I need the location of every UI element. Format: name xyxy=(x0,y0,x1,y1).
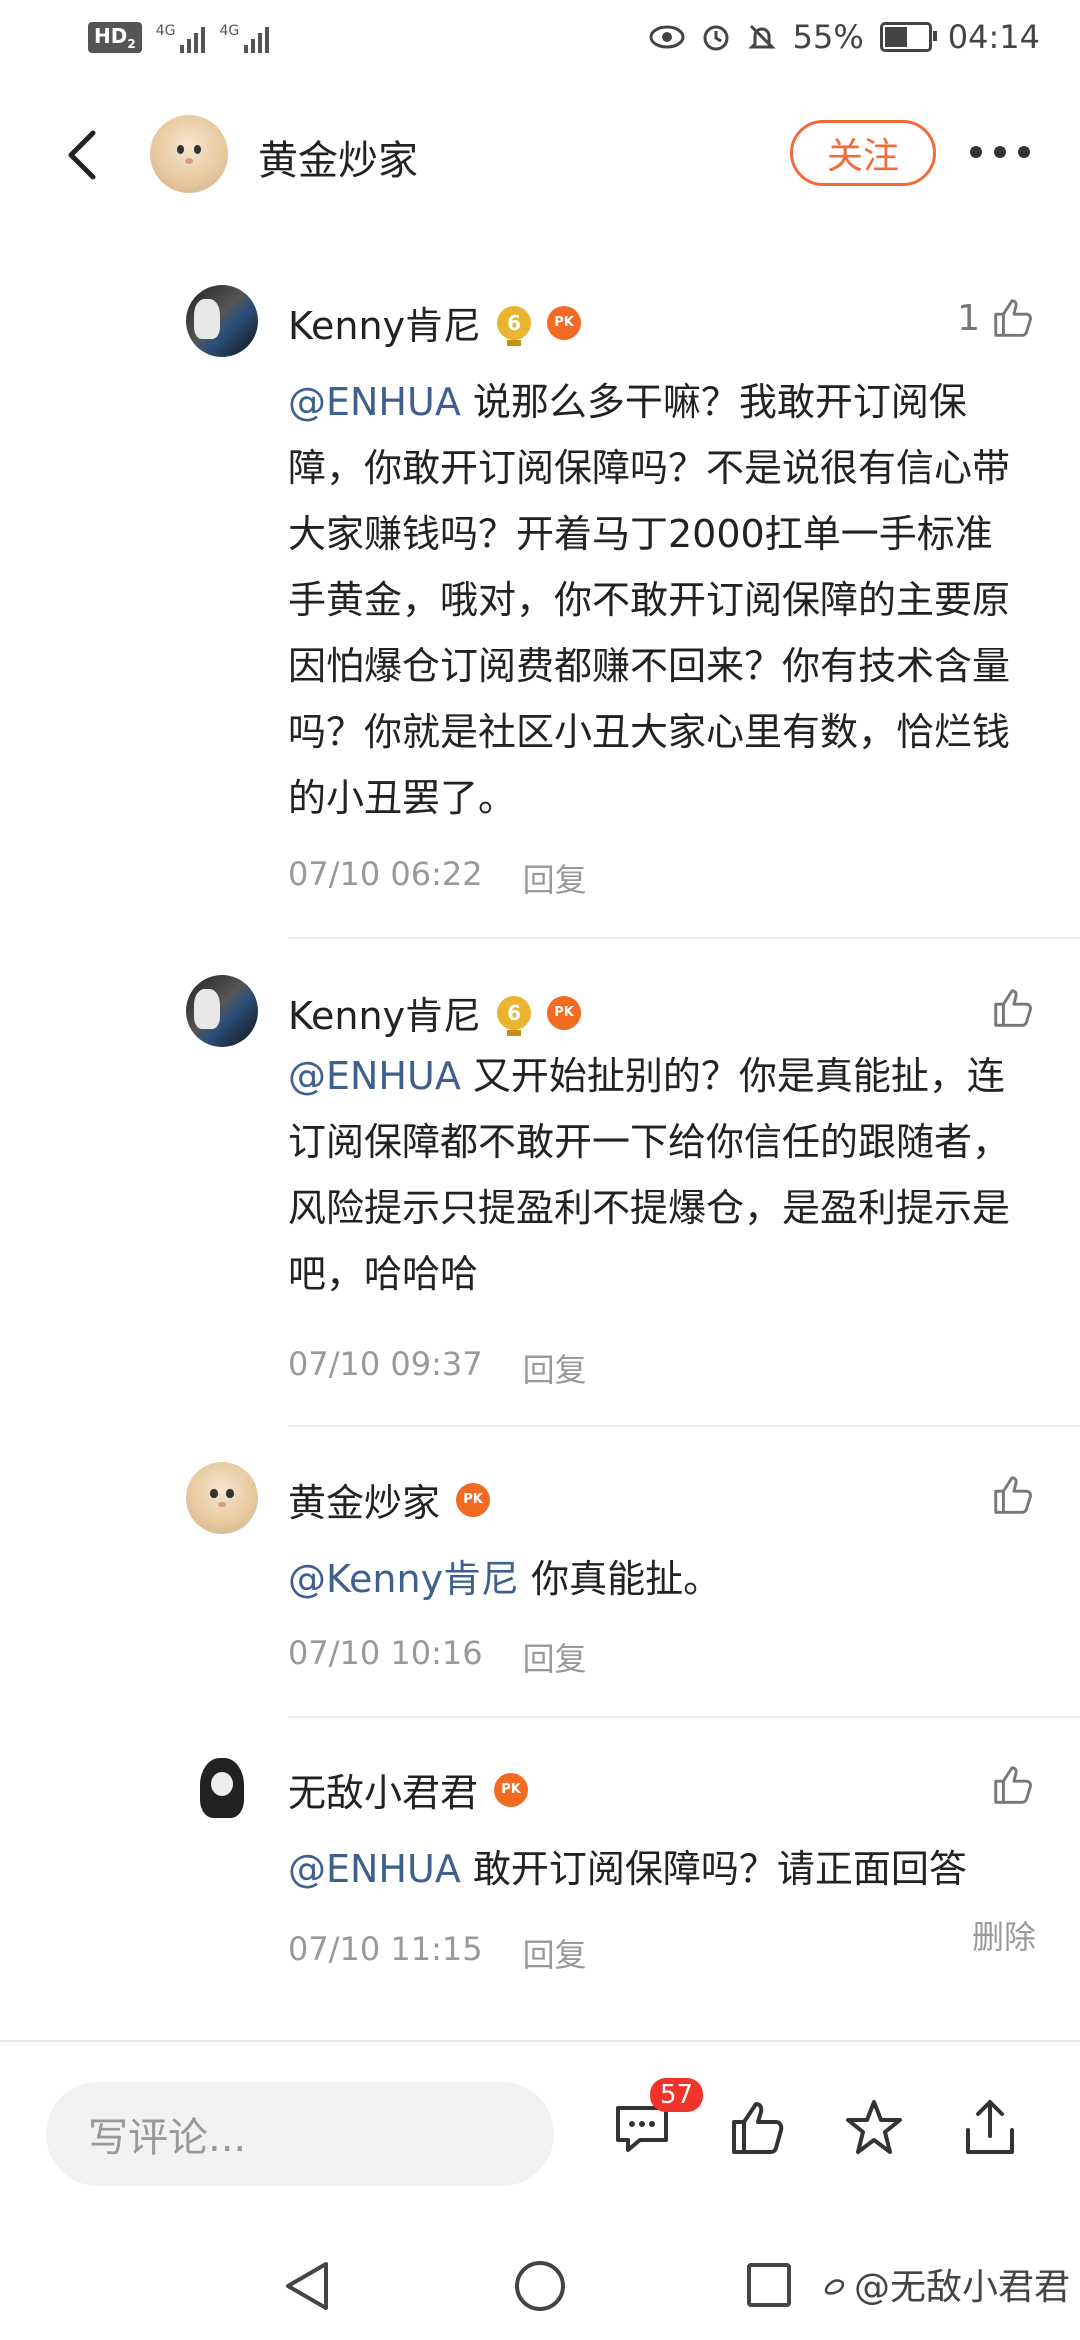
reply-button[interactable]: 回复 xyxy=(523,1930,587,1976)
watermark: @无敌小君君 xyxy=(820,2258,1070,2310)
battery-icon xyxy=(879,22,937,52)
comment-time: 07/10 06:22 xyxy=(288,855,483,893)
alarm-icon xyxy=(703,25,729,51)
thumbs-up-icon xyxy=(994,299,1032,337)
comment-text: @ENHUA 又开始扯别的？你是真能扯，连订阅保障都不敢开一下给你信任的跟随者，… xyxy=(288,1054,1011,1296)
pk-badge-icon: PK xyxy=(547,995,582,1030)
user-name[interactable]: Kenny肯尼 xyxy=(288,985,481,1040)
comment-input[interactable]: 写评论... xyxy=(46,2082,554,2186)
reply-button[interactable]: 回复 xyxy=(523,855,587,901)
weibo-logo-icon xyxy=(824,2279,845,2295)
user-name[interactable]: Kenny肯尼 xyxy=(288,295,481,350)
share-icon[interactable] xyxy=(958,2096,1022,2160)
author-name[interactable]: 黄金炒家 xyxy=(258,128,418,186)
like-button[interactable]: 1 xyxy=(957,295,1036,341)
more-options-icon[interactable] xyxy=(970,140,1034,164)
level-badge-icon: 6 xyxy=(497,305,532,346)
battery-percent: 55% xyxy=(792,18,864,56)
comment-time: 07/10 11:15 xyxy=(288,1930,483,1968)
author-avatar[interactable] xyxy=(150,115,228,193)
mute-bell-icon xyxy=(748,24,776,50)
eye-icon xyxy=(649,25,685,49)
like-button[interactable] xyxy=(980,985,1036,1031)
user-name[interactable]: 黄金炒家 xyxy=(288,1472,440,1527)
mention-link[interactable]: @Kenny肯尼 xyxy=(288,1557,519,1601)
comment-time: 07/10 09:37 xyxy=(288,1345,483,1383)
comment-count-badge: 57 xyxy=(650,2078,704,2112)
comment-text: @ENHUA 说那么多干嘛？我敢开订阅保障，你敢开订阅保障吗？不是说很有信心带大… xyxy=(288,380,1011,820)
star-icon[interactable] xyxy=(842,2096,906,2160)
reply-button[interactable]: 回复 xyxy=(523,1345,587,1391)
user-avatar[interactable] xyxy=(186,1462,258,1534)
comment-text: @ENHUA 敢开订阅保障吗？请正面回答 xyxy=(288,1847,967,1891)
mention-link[interactable]: @ENHUA xyxy=(288,1054,461,1098)
thumbs-up-icon[interactable] xyxy=(726,2096,790,2160)
divider xyxy=(288,1425,1080,1427)
user-avatar[interactable] xyxy=(186,1752,258,1824)
thumbs-up-icon xyxy=(994,989,1032,1027)
bottom-action-bar: 写评论... 57 xyxy=(0,2040,1080,2222)
clock: 04:14 xyxy=(947,18,1040,56)
top-bar: 黄金炒家 关注 xyxy=(0,110,1080,200)
delete-button[interactable]: 删除 xyxy=(972,1912,1036,1958)
back-arrow-icon[interactable] xyxy=(55,125,115,185)
follow-button[interactable]: 关注 xyxy=(790,120,936,186)
status-bar: HD2 4G 4G 55% 04:14 xyxy=(0,0,1080,80)
user-avatar[interactable] xyxy=(186,285,258,357)
signal-icon-2: 4G xyxy=(219,23,270,53)
comment-text: @Kenny肯尼 你真能扯。 xyxy=(288,1557,722,1601)
thumbs-up-icon xyxy=(994,1766,1032,1804)
nav-home-icon[interactable] xyxy=(512,2258,568,2314)
like-button[interactable] xyxy=(980,1472,1036,1518)
nav-recents-icon[interactable] xyxy=(744,2260,794,2310)
like-button[interactable] xyxy=(980,1762,1036,1808)
nav-back-icon[interactable] xyxy=(282,2258,332,2314)
pk-badge-icon: PK xyxy=(547,305,582,340)
mention-link[interactable]: @ENHUA xyxy=(288,380,461,424)
user-avatar[interactable] xyxy=(186,975,258,1047)
pk-badge-icon: PK xyxy=(494,1772,529,1807)
user-name[interactable]: 无敌小君君 xyxy=(288,1762,478,1817)
pk-badge-icon: PK xyxy=(456,1482,491,1517)
hd-indicator: HD2 xyxy=(88,22,142,53)
level-badge-icon: 6 xyxy=(497,995,532,1036)
mention-link[interactable]: @ENHUA xyxy=(288,1847,461,1891)
divider xyxy=(288,937,1080,939)
system-nav-bar: @无敌小君君 xyxy=(0,2230,1080,2340)
signal-icon: 4G xyxy=(156,23,206,53)
reply-button[interactable]: 回复 xyxy=(523,1634,587,1680)
like-count: 1 xyxy=(957,297,980,339)
comment-time: 07/10 10:16 xyxy=(288,1634,483,1672)
divider xyxy=(288,1716,1080,1718)
thumbs-up-icon xyxy=(994,1476,1032,1514)
